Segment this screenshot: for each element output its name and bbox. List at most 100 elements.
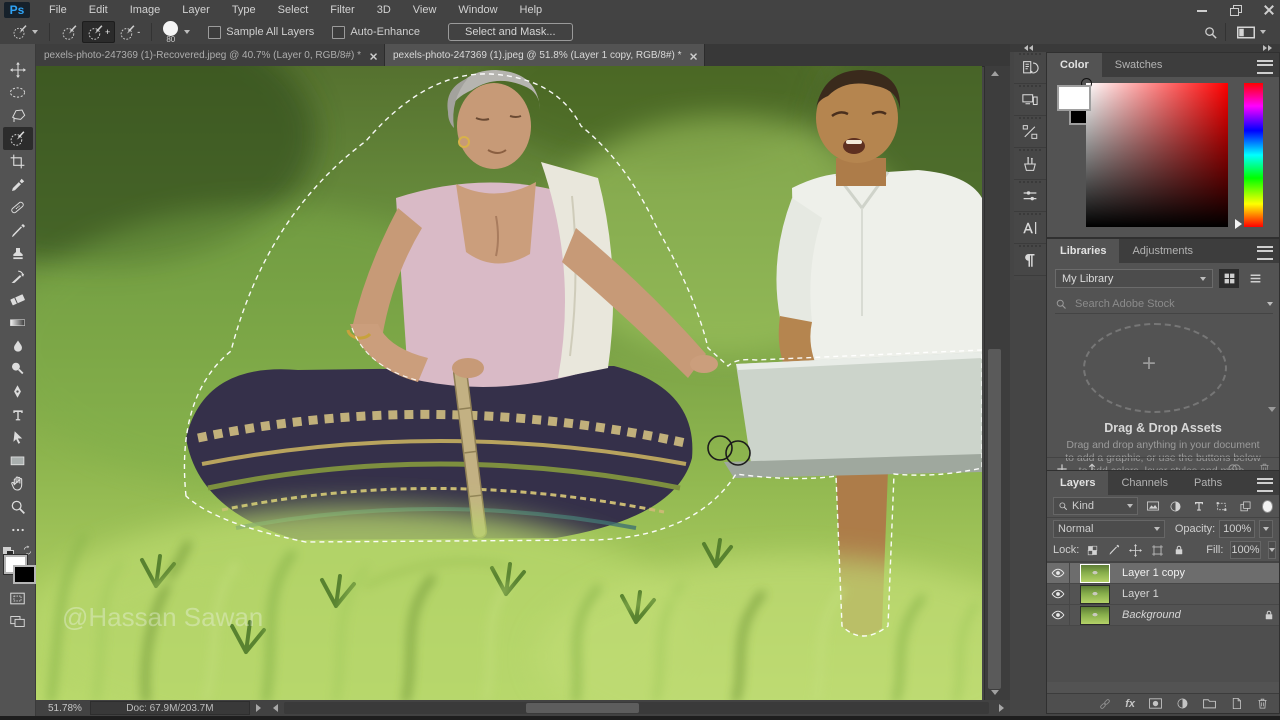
character-panel-icon[interactable]	[1014, 212, 1046, 244]
link-layers-icon[interactable]	[1098, 697, 1112, 711]
hand-tool[interactable]	[3, 472, 33, 495]
filter-toggle-icon[interactable]	[1261, 499, 1273, 513]
move-tool[interactable]	[3, 58, 33, 81]
panel-menu-icon[interactable]	[1257, 478, 1273, 492]
opacity-dropdown[interactable]	[1259, 519, 1273, 538]
history-brush-tool[interactable]	[3, 265, 33, 288]
menu-image[interactable]: Image	[119, 0, 172, 20]
hue-slider[interactable]	[1244, 83, 1263, 227]
horizontal-scrollbar[interactable]	[283, 702, 989, 714]
menu-window[interactable]: Window	[447, 0, 508, 20]
fill-value-field[interactable]: 100%	[1230, 541, 1261, 559]
type-tool[interactable]	[3, 403, 33, 426]
background-lock-icon[interactable]	[1263, 609, 1275, 621]
document-canvas[interactable]: @Hassan Sawan	[36, 66, 982, 700]
list-view-button[interactable]	[1245, 269, 1265, 288]
tab-swatches[interactable]: Swatches	[1101, 53, 1176, 77]
document-tab-active[interactable]: pexels-photo-247369 (1).jpeg @ 51.8% (La…	[385, 44, 706, 66]
marquee-tool[interactable]	[3, 81, 33, 104]
menu-edit[interactable]: Edit	[78, 0, 119, 20]
scroll-left-icon[interactable]	[272, 704, 278, 712]
collapse-to-icons-icon[interactable]	[1024, 45, 1033, 51]
crop-tool[interactable]	[3, 150, 33, 173]
hue-slider-marker[interactable]	[1235, 219, 1242, 229]
tool-preset-picker[interactable]	[8, 22, 42, 42]
menu-view[interactable]: View	[402, 0, 448, 20]
filter-smart-objects-icon[interactable]	[1236, 498, 1253, 514]
auto-enhance-checkbox[interactable]	[332, 25, 346, 39]
shape-tool[interactable]	[3, 449, 33, 472]
dodge-tool[interactable]	[3, 357, 33, 380]
eraser-tool[interactable]	[3, 288, 33, 311]
background-color-swatch[interactable]	[12, 565, 36, 584]
pen-tool[interactable]	[3, 380, 33, 403]
tab-layers[interactable]: Layers	[1047, 471, 1109, 495]
fill-dropdown[interactable]	[1267, 541, 1276, 559]
filter-shape-layers-icon[interactable]	[1213, 498, 1230, 514]
menu-select[interactable]: Select	[267, 0, 320, 20]
search-icon[interactable]	[1203, 25, 1218, 40]
foreground-color-chip[interactable]	[1057, 85, 1091, 111]
tab-channels[interactable]: Channels	[1108, 471, 1181, 495]
tab-libraries[interactable]: Libraries	[1047, 239, 1120, 263]
clone-stamp-tool[interactable]	[3, 242, 33, 265]
panel-scroll-down-icon[interactable]	[1268, 407, 1276, 412]
layer-thumbnail[interactable]	[1080, 563, 1110, 583]
quick-mask-button[interactable]	[3, 587, 33, 610]
scroll-down-icon[interactable]	[991, 690, 999, 695]
workspace-switcher[interactable]	[1233, 22, 1270, 42]
subtract-selection-mode-button[interactable]: -	[115, 22, 144, 42]
healing-brush-tool[interactable]	[3, 196, 33, 219]
horizontal-scroll-thumb[interactable]	[525, 703, 639, 713]
photoshop-logo[interactable]: Ps	[4, 2, 30, 18]
menu-type[interactable]: Type	[221, 0, 267, 20]
layer-row-background[interactable]: Background	[1047, 605, 1279, 626]
brush-size-picker[interactable]: 80	[159, 21, 194, 44]
path-selection-tool[interactable]	[3, 426, 33, 449]
tab-adjustments[interactable]: Adjustments	[1119, 239, 1206, 263]
blur-tool[interactable]	[3, 334, 33, 357]
tab-color[interactable]: Color	[1047, 53, 1102, 77]
visibility-eye-icon[interactable]	[1047, 563, 1070, 583]
delete-layer-icon[interactable]	[1256, 697, 1269, 710]
library-select[interactable]: My Library	[1055, 269, 1213, 288]
zoom-level-field[interactable]: 51.78%	[36, 703, 90, 714]
menu-file[interactable]: File	[38, 0, 78, 20]
history-panel-icon[interactable]	[1014, 52, 1046, 84]
quick-selection-tool[interactable]	[2, 127, 33, 150]
filter-type-layers-icon[interactable]	[1190, 498, 1207, 514]
opacity-value-field[interactable]: 100%	[1219, 519, 1256, 538]
filter-kind-select[interactable]: Kind	[1053, 497, 1139, 515]
lock-all-icon[interactable]	[1173, 544, 1185, 556]
paragraph-panel-icon[interactable]	[1014, 244, 1046, 276]
close-icon[interactable]	[1264, 5, 1274, 15]
visibility-eye-icon[interactable]	[1047, 605, 1070, 625]
lock-artboard-icon[interactable]	[1151, 544, 1164, 557]
status-popup-arrow-icon[interactable]	[255, 704, 261, 712]
layer-thumbnail[interactable]	[1080, 584, 1110, 604]
visibility-eye-icon[interactable]	[1047, 584, 1070, 604]
add-to-selection-mode-button[interactable]: +	[82, 21, 116, 43]
lock-transparency-icon[interactable]	[1086, 544, 1099, 557]
gradient-tool[interactable]	[3, 311, 33, 334]
new-adjustment-layer-icon[interactable]	[1176, 697, 1189, 710]
menu-layer[interactable]: Layer	[171, 0, 221, 20]
tab-paths[interactable]: Paths	[1180, 471, 1236, 495]
device-preview-panel-icon[interactable]	[1014, 84, 1046, 116]
saturation-brightness-field[interactable]	[1086, 83, 1228, 227]
select-and-mask-button[interactable]: Select and Mask...	[448, 23, 573, 41]
edit-toolbar-ellipsis[interactable]	[3, 518, 33, 541]
scroll-right-icon[interactable]	[999, 704, 1004, 712]
vertical-scroll-thumb[interactable]	[988, 349, 1001, 689]
expand-panels-icon[interactable]	[1263, 45, 1272, 51]
tool-presets-panel-icon[interactable]	[1014, 148, 1046, 180]
document-tab-inactive[interactable]: pexels-photo-247369 (1)-Recovered.jpeg @…	[36, 44, 385, 66]
panel-menu-icon[interactable]	[1257, 60, 1273, 74]
new-selection-mode-button[interactable]	[57, 22, 82, 42]
restore-icon[interactable]	[1230, 4, 1242, 16]
properties-panel-icon[interactable]	[1014, 180, 1046, 212]
eyedropper-tool[interactable]	[3, 173, 33, 196]
scroll-up-icon[interactable]	[991, 71, 999, 76]
add-layer-mask-icon[interactable]	[1148, 696, 1163, 711]
new-group-icon[interactable]	[1202, 696, 1217, 711]
